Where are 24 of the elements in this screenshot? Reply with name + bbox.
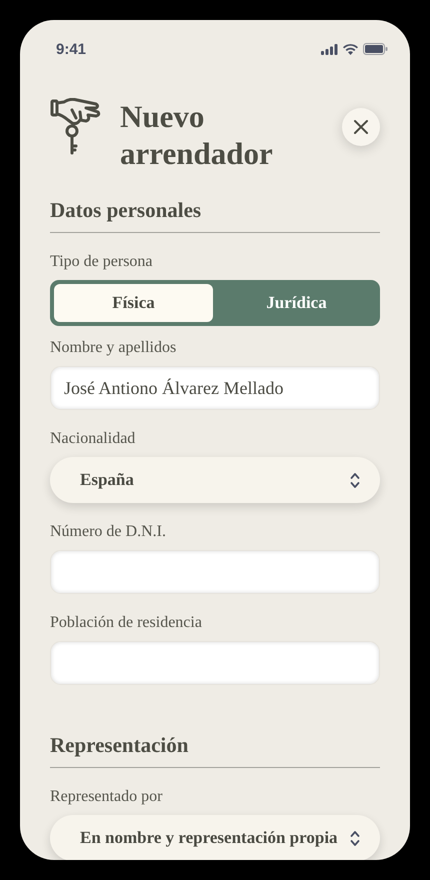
field-label: Tipo de persona [50, 253, 154, 271]
field-label: Población de residencia [50, 614, 203, 632]
signal-icon [321, 44, 338, 54]
page-title: Nuevo arrendador [120, 98, 274, 172]
segment-option[interactable]: Física [54, 284, 213, 322]
wifi-icon [343, 44, 358, 54]
segment-option[interactable]: Jurídica [217, 284, 376, 322]
select-field[interactable]: En nombre y representación propia [50, 815, 380, 860]
field-label: Representado por [50, 788, 164, 806]
text-field[interactable] [50, 641, 380, 685]
section-heading: Representación [50, 733, 380, 768]
close-button[interactable] [342, 108, 380, 146]
text-field[interactable]: José Antiono Álvarez Mellado [50, 366, 380, 410]
chevron-updown-icon [350, 472, 360, 488]
field-label: Número de D.N.I. [50, 523, 167, 541]
field-label: Nombre y apellidos [50, 339, 178, 357]
section-heading: Datos personales [50, 198, 380, 233]
clock-time: 9:41 [56, 40, 86, 58]
select-field[interactable]: España [50, 457, 380, 503]
field-label: Nacionalidad [50, 430, 136, 448]
battery-icon [363, 43, 388, 55]
text-field[interactable] [50, 550, 380, 594]
close-icon [353, 119, 369, 135]
chevron-updown-icon [350, 830, 360, 846]
